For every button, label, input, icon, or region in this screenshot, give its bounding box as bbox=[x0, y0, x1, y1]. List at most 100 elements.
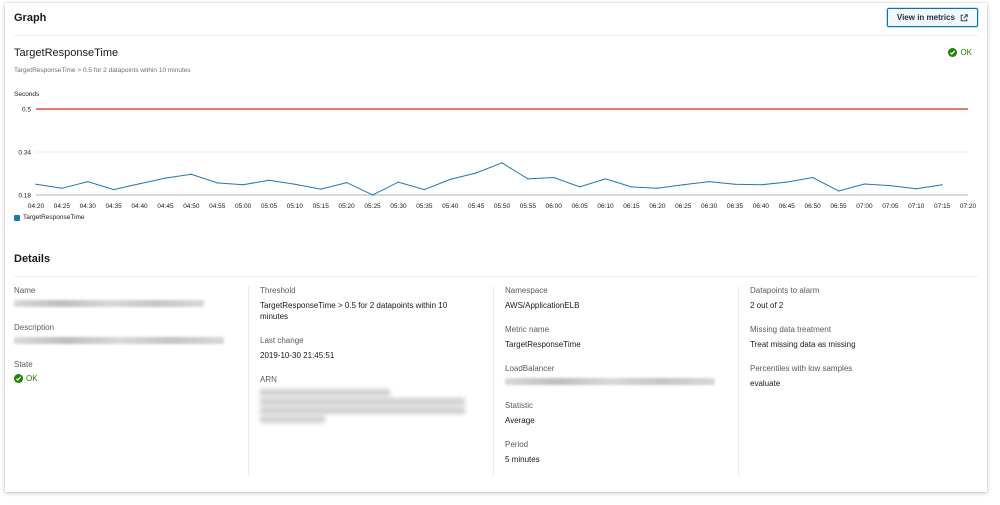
details-col-4: Datapoints to alarm 2 out of 2 Missing d… bbox=[750, 286, 980, 403]
x-tick-label: 04:50 bbox=[183, 203, 200, 210]
data-point bbox=[708, 180, 710, 183]
arn-label: ARN bbox=[260, 375, 277, 384]
data-point bbox=[579, 186, 581, 188]
x-tick-label: 06:45 bbox=[779, 203, 796, 210]
last-change-label: Last change bbox=[260, 336, 304, 345]
x-tick-label: 04:40 bbox=[131, 203, 148, 210]
check-circle-icon bbox=[948, 48, 958, 57]
data-point bbox=[941, 184, 943, 186]
data-point bbox=[527, 178, 529, 180]
namespace-label: Namespace bbox=[505, 286, 548, 295]
percentiles-label: Percentiles with low samples bbox=[750, 364, 853, 373]
alarm-card: Graph View in metrics TargetResponseTime… bbox=[5, 3, 987, 492]
x-tick-label: 05:45 bbox=[468, 203, 485, 210]
last-change-value: 2019-10-30 21:45:51 bbox=[260, 351, 335, 360]
data-point bbox=[320, 188, 322, 190]
x-tick-label: 06:35 bbox=[727, 203, 744, 210]
data-point bbox=[138, 183, 141, 185]
x-tick-label: 06:15 bbox=[623, 203, 640, 210]
y-tick-label: 0.18 bbox=[18, 193, 31, 200]
state-value-label: OK bbox=[26, 374, 38, 383]
x-tick-label: 06:55 bbox=[830, 203, 847, 210]
data-point bbox=[604, 178, 607, 180]
arn-value-redacted bbox=[260, 389, 475, 423]
data-point bbox=[915, 188, 917, 190]
x-tick-label: 05:55 bbox=[520, 203, 537, 210]
data-point bbox=[630, 186, 633, 188]
x-tick-label: 06:20 bbox=[649, 203, 666, 210]
load-balancer-value-redacted bbox=[505, 378, 715, 385]
missing-data-label: Missing data treatment bbox=[750, 325, 831, 334]
x-tick-label: 06:40 bbox=[753, 203, 770, 210]
x-tick-label: 04:20 bbox=[28, 203, 45, 210]
data-point bbox=[61, 187, 63, 189]
graph-status: OK bbox=[948, 48, 972, 57]
y-tick-label: 0.34 bbox=[18, 150, 31, 157]
data-point bbox=[397, 181, 400, 183]
x-tick-label: 04:30 bbox=[80, 203, 97, 210]
details-col-2: Threshold TargetResponseTime > 0.5 for 2… bbox=[260, 286, 475, 425]
details-col-1: Name Description State OK bbox=[14, 286, 244, 383]
data-point bbox=[553, 176, 555, 179]
state-label: State bbox=[14, 360, 33, 369]
data-point bbox=[294, 183, 296, 185]
data-point bbox=[863, 183, 866, 185]
x-tick-label: 07:05 bbox=[882, 203, 899, 210]
missing-data-value: Treat missing data as missing bbox=[750, 340, 856, 349]
data-point bbox=[371, 194, 374, 196]
data-point bbox=[35, 183, 37, 185]
view-in-metrics-button[interactable]: View in metrics bbox=[886, 8, 978, 27]
percentiles-value: evaluate bbox=[750, 379, 781, 388]
data-point bbox=[475, 172, 477, 174]
data-point bbox=[812, 176, 814, 179]
x-tick-label: 06:05 bbox=[572, 203, 589, 210]
data-point bbox=[501, 162, 503, 164]
metric-name-label: Metric name bbox=[505, 325, 550, 334]
x-tick-label: 06:25 bbox=[675, 203, 692, 210]
datapoints-label: Datapoints to alarm bbox=[750, 286, 820, 295]
details-title: Details bbox=[14, 253, 51, 265]
details-header: Details bbox=[14, 253, 978, 277]
state-value: OK bbox=[14, 374, 244, 383]
y-tick-label: 0.5 bbox=[22, 107, 31, 114]
data-point bbox=[837, 190, 840, 192]
graph-header: Graph View in metrics bbox=[14, 3, 978, 36]
threshold-label: Threshold bbox=[260, 286, 296, 295]
x-tick-label: 07:00 bbox=[856, 203, 873, 210]
x-tick-label: 06:30 bbox=[701, 203, 718, 210]
data-point bbox=[449, 178, 451, 181]
external-link-icon bbox=[960, 13, 968, 21]
check-circle-icon bbox=[14, 374, 23, 383]
x-tick-label: 05:15 bbox=[313, 203, 330, 210]
x-tick-label: 05:20 bbox=[339, 203, 356, 210]
metric-subtitle: TargetResponseTime > 0.5 for 2 datapoint… bbox=[14, 67, 191, 74]
data-point bbox=[268, 179, 270, 181]
x-tick-label: 04:45 bbox=[157, 203, 174, 210]
data-point bbox=[786, 181, 788, 183]
x-tick-label: 07:10 bbox=[908, 203, 925, 210]
name-value-redacted bbox=[14, 300, 204, 307]
period-label: Period bbox=[505, 440, 529, 449]
data-point bbox=[216, 182, 218, 184]
x-tick-label: 05:05 bbox=[261, 203, 278, 210]
x-tick-label: 05:30 bbox=[390, 203, 407, 210]
load-balancer-label: LoadBalancer bbox=[505, 364, 555, 373]
y-axis-label: Seconds bbox=[14, 91, 40, 98]
x-tick-label: 05:00 bbox=[235, 203, 252, 210]
chart: Seconds 0.5 0.34 0.18 04:20 04:25 04:30 04:35 04… bbox=[5, 85, 987, 230]
datapoints-value: 2 out of 2 bbox=[750, 301, 784, 310]
x-tick-label: 05:25 bbox=[364, 203, 381, 210]
column-divider bbox=[738, 286, 739, 476]
x-tick-label: 06:10 bbox=[597, 203, 614, 210]
details-col-3: Namespace AWS/ApplicationELB Metric name… bbox=[505, 286, 735, 479]
legend-swatch bbox=[14, 214, 20, 221]
data-point bbox=[242, 184, 244, 186]
name-label: Name bbox=[14, 286, 36, 295]
data-point bbox=[113, 189, 115, 191]
legend-label: TargetResponseTime bbox=[23, 214, 85, 221]
x-tick-label: 06:00 bbox=[546, 203, 563, 210]
data-point bbox=[164, 177, 167, 179]
threshold-value: TargetResponseTime > 0.5 for 2 datapoint… bbox=[260, 301, 448, 321]
column-divider bbox=[248, 286, 249, 476]
chart-legend[interactable]: TargetResponseTime bbox=[14, 214, 85, 221]
